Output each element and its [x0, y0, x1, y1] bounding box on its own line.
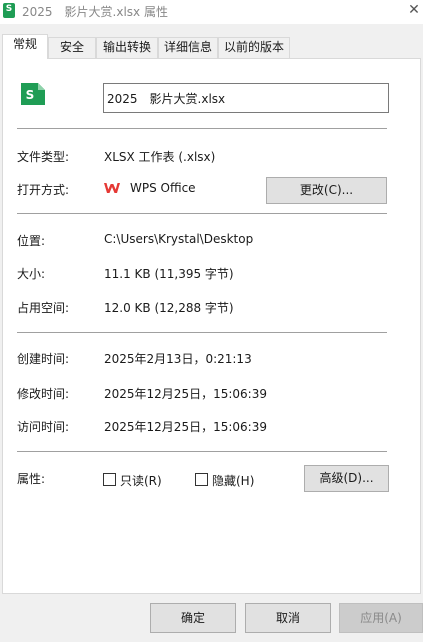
tab-security[interactable]: 安全: [48, 37, 96, 58]
hidden-checkbox[interactable]: [195, 473, 208, 486]
accessed-label: 访问时间:: [17, 420, 70, 434]
divider: [17, 451, 387, 452]
size-value: 11.1 KB (11,395 字节): [104, 267, 234, 281]
modified-label: 修改时间:: [17, 387, 70, 401]
tab-previous-versions[interactable]: 以前的版本: [218, 37, 290, 58]
readonly-checkbox[interactable]: [103, 473, 116, 486]
modified-value: 2025年12月25日，15:06:39: [104, 387, 267, 401]
window-title: 2025 影片大赏.xlsx 属性: [22, 5, 168, 19]
created-value: 2025年2月13日，0:21:13: [104, 352, 252, 366]
file-type-value: XLSX 工作表 (.xlsx): [104, 150, 216, 164]
tab-bar: 常规 安全 输出转换 详细信息 以前的版本: [2, 34, 421, 59]
open-with-value: WPS Office: [130, 181, 196, 195]
created-label: 创建时间:: [17, 352, 70, 366]
size-label: 大小:: [17, 267, 46, 281]
divider: [17, 332, 387, 333]
xlsx-file-icon: S: [21, 83, 45, 105]
filename-field[interactable]: 2025 影片大赏.xlsx: [103, 83, 389, 113]
file-type-label: 文件类型:: [17, 150, 70, 164]
advanced-button[interactable]: 高级(D)...: [304, 465, 389, 492]
svg-text:S: S: [26, 88, 35, 102]
spreadsheet-app-icon: [3, 3, 15, 18]
general-panel: S 2025 影片大赏.xlsx 文件类型: XLSX 工作表 (.xlsx) …: [2, 58, 421, 594]
disk-size-label: 占用空间:: [17, 301, 70, 315]
location-label: 位置:: [17, 234, 46, 248]
disk-size-value: 12.0 KB (12,288 字节): [104, 301, 234, 315]
readonly-label[interactable]: 只读(R): [120, 472, 162, 489]
tab-general[interactable]: 常规: [2, 34, 48, 59]
title-bar: 2025 影片大赏.xlsx 属性 ✕: [0, 0, 423, 24]
accessed-value: 2025年12月25日，15:06:39: [104, 420, 267, 434]
apply-button[interactable]: 应用(A): [339, 603, 423, 633]
divider: [17, 213, 387, 214]
wps-logo-icon: [104, 183, 120, 193]
tab-output-convert[interactable]: 输出转换: [96, 37, 158, 58]
location-value: C:\Users\Krystal\Desktop: [104, 232, 254, 246]
ok-button[interactable]: 确定: [150, 603, 236, 633]
cancel-button[interactable]: 取消: [245, 603, 331, 633]
divider: [17, 128, 387, 129]
close-icon[interactable]: ✕: [406, 2, 422, 18]
attributes-label: 属性:: [17, 472, 46, 486]
open-with-label: 打开方式:: [17, 183, 70, 197]
change-button[interactable]: 更改(C)...: [266, 177, 387, 204]
tab-details[interactable]: 详细信息: [158, 37, 218, 58]
hidden-label[interactable]: 隐藏(H): [212, 472, 254, 489]
